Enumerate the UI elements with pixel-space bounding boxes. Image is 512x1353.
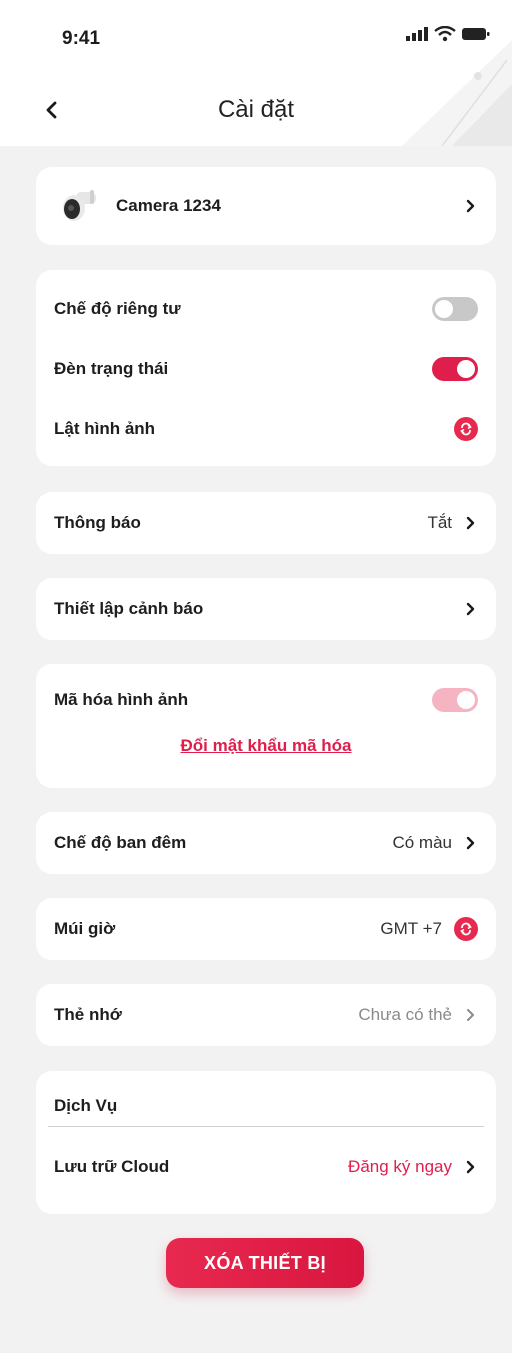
- app-header: 9:41 Cài đặt: [0, 0, 512, 146]
- cloud-storage-row[interactable]: Lưu trữ Cloud Đăng ký ngay: [54, 1127, 478, 1207]
- privacy-mode-toggle[interactable]: [432, 297, 478, 321]
- notifications-label: Thông báo: [54, 513, 141, 532]
- alert-settings-card[interactable]: Thiết lập cảnh báo: [36, 578, 496, 640]
- battery-icon: [462, 28, 490, 40]
- chevron-right-icon[interactable]: [464, 1160, 478, 1174]
- timezone-label: Múi giờ: [54, 919, 116, 938]
- delete-device-button[interactable]: XÓA THIẾT BỊ: [166, 1238, 364, 1288]
- memory-card-value: Chưa có thẻ: [358, 1005, 452, 1024]
- status-time: 9:41: [62, 28, 101, 49]
- night-mode-label: Chế độ ban đêm: [54, 833, 187, 852]
- privacy-mode-label: Chế độ riêng tư: [54, 299, 181, 318]
- notifications-value: Tắt: [427, 513, 452, 532]
- chevron-right-icon[interactable]: [464, 1008, 478, 1022]
- chevron-right-icon[interactable]: [464, 602, 478, 616]
- flip-image-label: Lật hình ảnh: [54, 419, 156, 438]
- encryption-label: Mã hóa hình ảnh: [54, 690, 189, 709]
- cloud-register-link[interactable]: Đăng ký ngay: [348, 1157, 452, 1177]
- status-light-toggle[interactable]: [432, 357, 478, 381]
- encryption-toggle[interactable]: [432, 688, 478, 712]
- chevron-right-icon[interactable]: [464, 836, 478, 850]
- timezone-value: GMT +7: [380, 919, 442, 938]
- general-settings-card: Chế độ riêng tư Đèn trạng thái Lật hình …: [36, 270, 496, 466]
- night-mode-value: Có màu: [392, 833, 452, 852]
- notifications-card[interactable]: Thông báo Tắt: [36, 492, 496, 554]
- timezone-card[interactable]: Múi giờ GMT +7: [36, 898, 496, 960]
- device-name: Camera 1234: [116, 196, 221, 215]
- device-card[interactable]: Camera 1234: [36, 167, 496, 245]
- alert-settings-label: Thiết lập cảnh báo: [54, 599, 204, 618]
- services-card: Dịch Vụ Lưu trữ Cloud Đăng ký ngay: [36, 1071, 496, 1214]
- page-title: Cài đặt: [217, 96, 295, 123]
- flip-image-sync-button[interactable]: [454, 417, 478, 441]
- change-encryption-password-link[interactable]: Đổi mật khẩu mã hóa: [54, 736, 478, 756]
- encryption-card: Mã hóa hình ảnh Đổi mật khẩu mã hóa: [36, 664, 496, 788]
- cloud-storage-label: Lưu trữ Cloud: [54, 1157, 170, 1176]
- timezone-sync-button[interactable]: [454, 917, 478, 941]
- services-title: Dịch Vụ: [54, 1096, 118, 1115]
- chevron-right-icon[interactable]: [464, 199, 478, 213]
- chevron-right-icon[interactable]: [464, 516, 478, 530]
- status-light-label: Đèn trạng thái: [54, 359, 169, 378]
- memory-card-card[interactable]: Thẻ nhớ Chưa có thẻ: [36, 984, 496, 1046]
- camera-icon: [63, 190, 96, 221]
- signal-icon: [406, 27, 428, 41]
- header-decoration: [402, 40, 512, 146]
- night-mode-card[interactable]: Chế độ ban đêm Có màu: [36, 812, 496, 874]
- sync-icon: [460, 922, 472, 936]
- memory-card-label: Thẻ nhớ: [54, 1005, 122, 1024]
- sync-icon: [460, 422, 472, 436]
